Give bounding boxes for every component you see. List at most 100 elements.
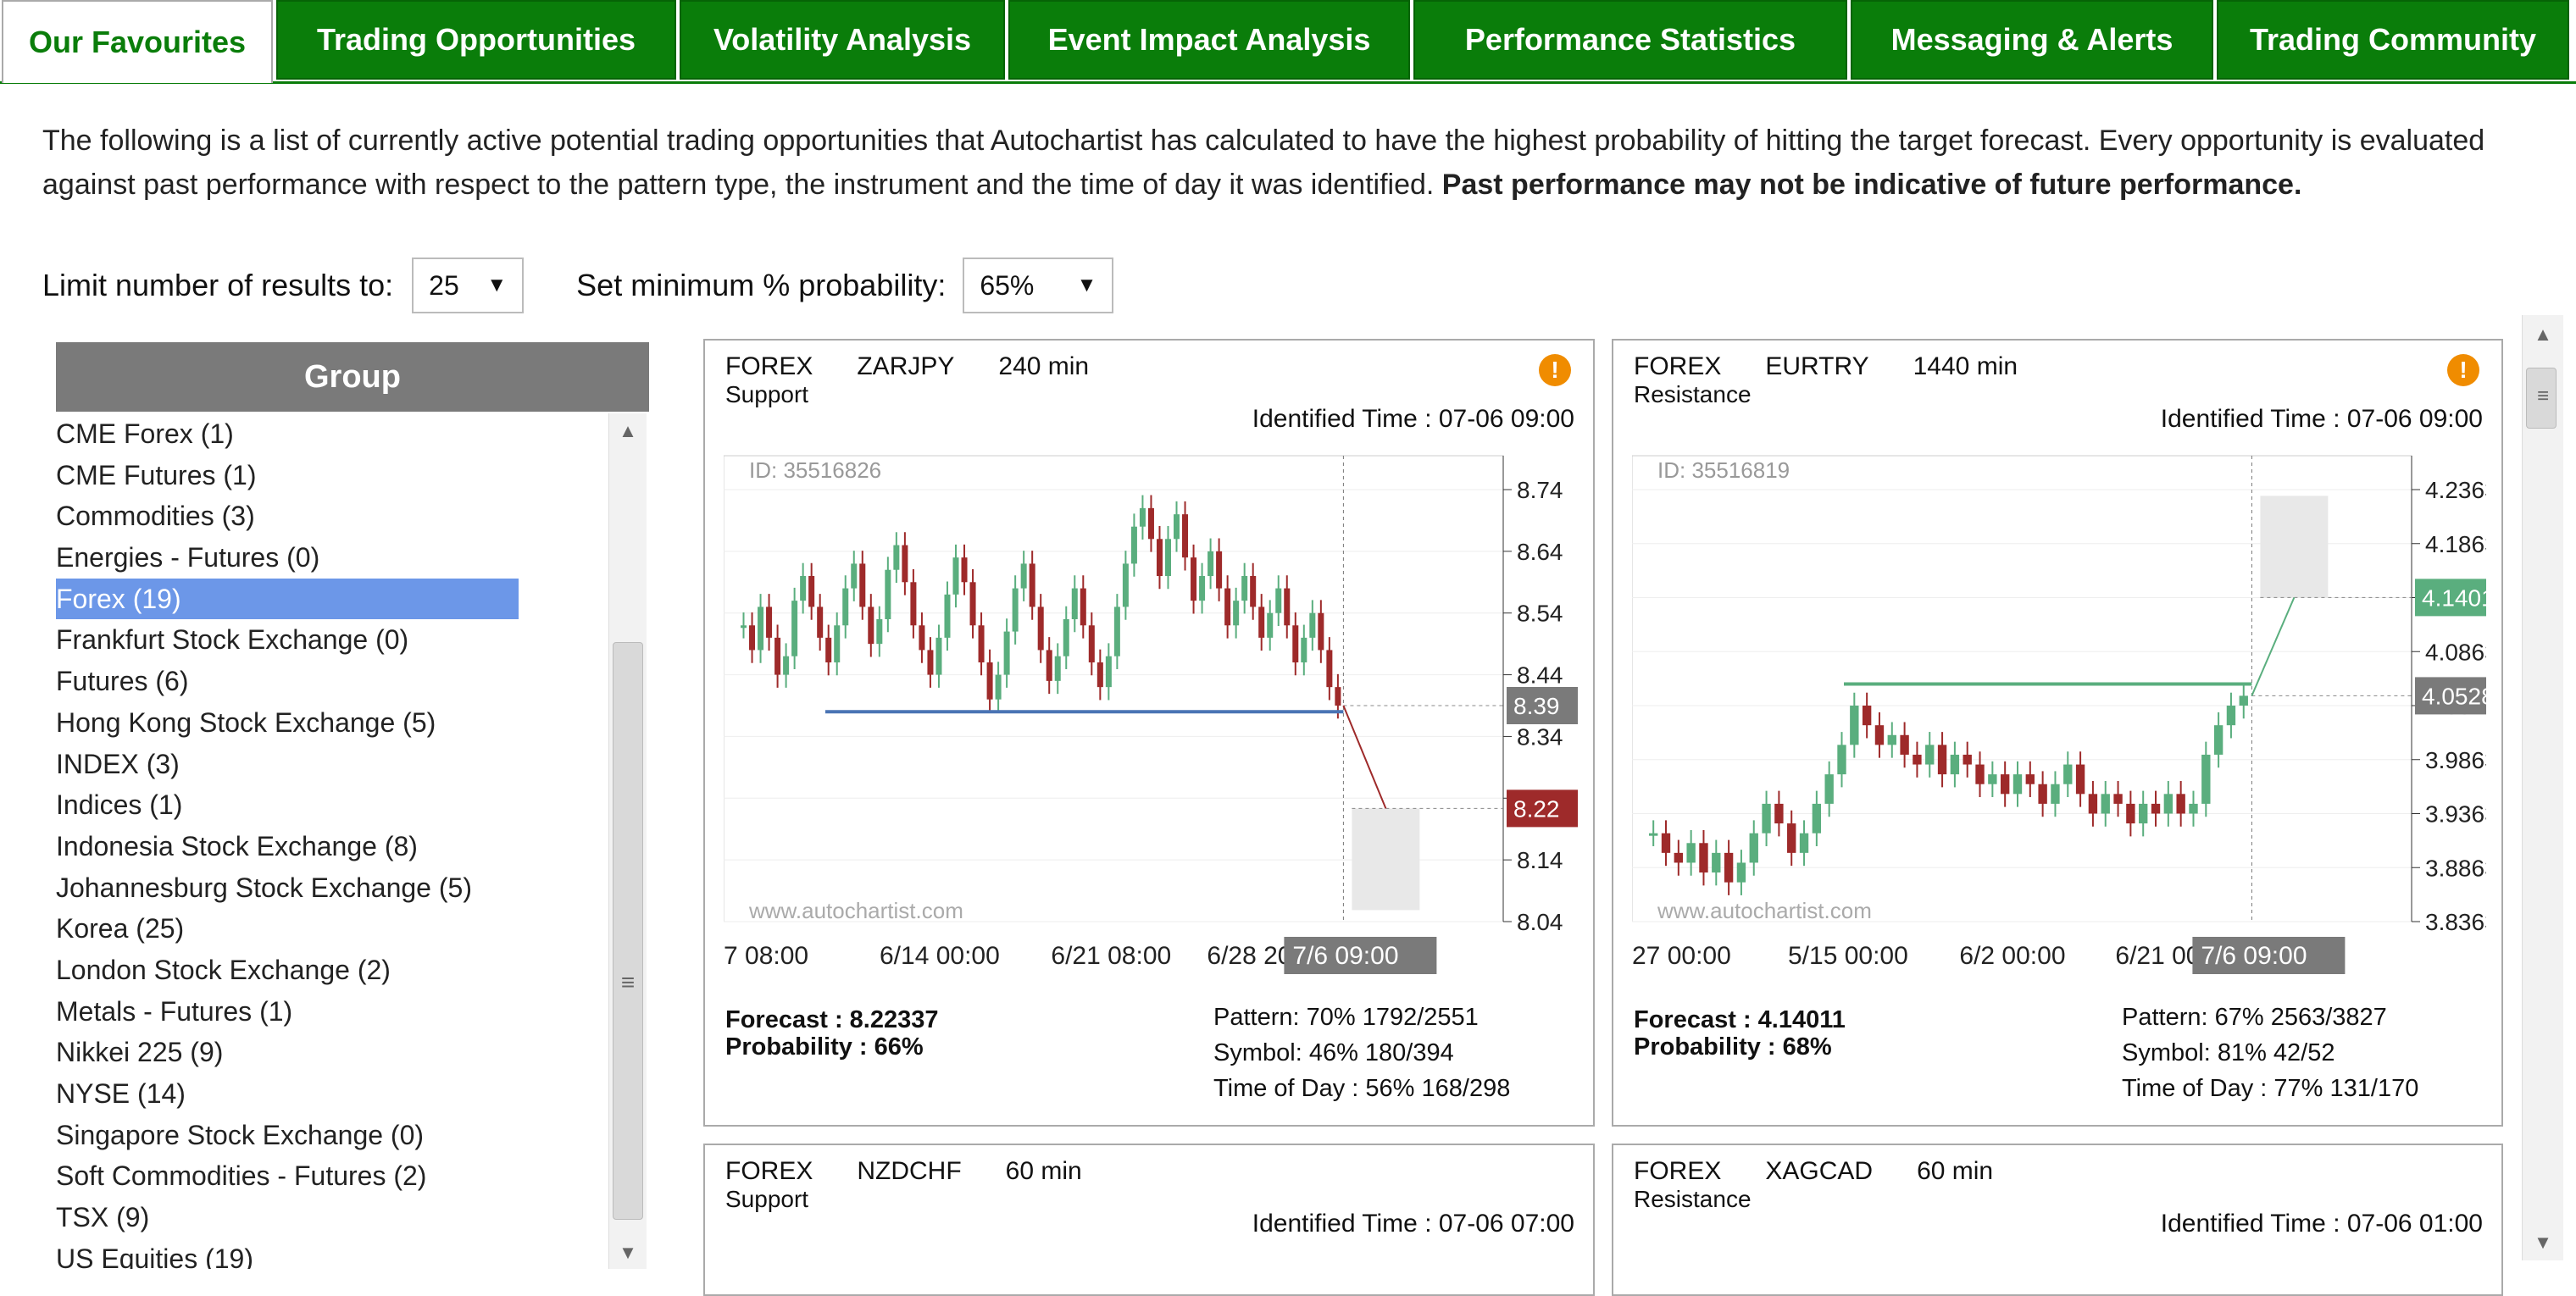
grip-icon: ≡ [620,969,636,995]
group-item[interactable]: Korea (25) [56,908,598,950]
stat-symbol: Symbol: 46% 180/394 [1213,1039,1454,1066]
pattern-type: Support [725,1186,809,1212]
candle [1900,734,1909,755]
group-item[interactable]: Metals - Futures (1) [56,991,598,1033]
group-item[interactable]: US Equities (19) [56,1238,598,1269]
candle [1887,734,1896,745]
tab-messaging-alerts[interactable]: Messaging & Alerts [1851,0,2213,80]
candle [1988,774,1997,784]
candle [2025,774,2035,784]
candle [935,637,942,675]
candle [1292,625,1299,662]
group-item[interactable]: Futures (6) [56,661,598,702]
group-item[interactable]: CME Forex (1) [56,413,598,455]
y-tick-label: 8.44 [1517,662,1563,689]
group-item[interactable]: Nikkei 225 (9) [56,1032,598,1073]
candle [1674,852,1684,863]
opportunity-id: ID: 35516819 [1657,457,1790,483]
x-tick-label: 27 00:00 [1632,942,1731,970]
candle [1113,606,1120,656]
market-label: FOREX [1634,352,1722,380]
candle [1199,576,1206,601]
scroll-down-icon[interactable]: ▼ [2523,1232,2563,1254]
candle [969,582,976,626]
candle [774,637,781,675]
candle [876,619,883,645]
interval-label: 60 min [1917,1157,1994,1185]
stats-block: Pattern: 70% 1792/2551 Symbol: 46% 180/39… [1213,1000,1510,1106]
group-panel: Group CME Forex (1) CME Futures (1) Commod… [56,342,649,1269]
results-scrollbar[interactable]: ▲ ≡ ▼ [2522,315,2563,1260]
opportunity-card[interactable]: FOREX EURTRY 1440 min Resistance Identified … [1612,339,2503,1127]
opportunity-card[interactable]: FOREX NZDCHF 60 min Support Identified Time … [703,1144,1595,1296]
card-header: FOREX ZARJPY 240 min [725,352,1133,381]
candle [800,576,807,601]
probability-value: Probability : 66% [725,1033,924,1061]
scroll-up-icon[interactable]: ▲ [609,420,647,442]
group-item[interactable]: Indices (1) [56,784,598,826]
price-chart[interactable]: ID: 355168268.748.648.548.448.348.248.14… [724,439,1578,989]
candle [1284,588,1291,626]
group-item[interactable]: CME Futures (1) [56,455,598,496]
exclamation-circle-icon[interactable]: ! [1539,354,1571,386]
candle [1130,526,1137,564]
scroll-down-icon[interactable]: ▼ [609,1242,647,1264]
pattern-type: Support [725,381,809,407]
candle [1874,725,1885,745]
current-price-label: 8.39 [1513,693,1560,719]
candle [1326,650,1333,688]
exclamation-circle-icon[interactable]: ! [2447,354,2479,386]
tab-our-favourites[interactable]: Our Favourites [2,0,273,83]
stat-time-of-day: Time of Day : 56% 168/298 [1213,1075,1511,1102]
opportunity-card[interactable]: FOREX ZARJPY 240 min Support Identified Time… [703,339,1595,1127]
group-item[interactable]: Frankfurt Stock Exchange (0) [56,619,598,661]
candle [893,545,900,570]
candle [1925,745,1935,765]
group-item[interactable]: Forex (19) [56,578,519,620]
candle [1208,551,1214,576]
interval-label: 1440 min [1913,352,2018,380]
candle [2201,754,2211,804]
group-item[interactable]: Indonesia Stock Exchange (8) [56,826,598,867]
scroll-thumb[interactable] [613,642,643,1220]
group-item[interactable]: Johannesburg Stock Exchange (5) [56,867,598,909]
group-item[interactable]: London Stock Exchange (2) [56,950,598,991]
forecast-value: Forecast : 4.14011 [1634,1006,1846,1033]
group-item[interactable]: INDEX (3) [56,744,598,785]
group-item[interactable]: Hong Kong Stock Exchange (5) [56,702,598,744]
limit-select[interactable]: 25 ▼ [412,258,525,313]
tab-volatility-analysis[interactable]: Volatility Analysis [680,0,1005,80]
candle [919,625,925,651]
candle [1913,754,1922,765]
y-tick-label: 4.1863 [2425,531,2486,557]
candle [1216,551,1223,589]
group-item[interactable]: Energies - Futures (0) [56,537,598,579]
group-item[interactable]: TSX (9) [56,1197,598,1238]
candle [859,563,866,607]
candle [1233,601,1240,626]
tab-event-impact-analysis[interactable]: Event Impact Analysis [1008,0,1410,80]
candle [1054,656,1061,681]
candle [1182,514,1189,558]
y-tick-label: 8.74 [1517,477,1563,503]
identified-time: Identified Time : 07-06 09:00 [1252,405,1574,433]
tab-performance-statistics[interactable]: Performance Statistics [1413,0,1847,80]
candle [927,650,934,675]
group-item[interactable]: Singapore Stock Exchange (0) [56,1115,598,1156]
group-item[interactable]: Commodities (3) [56,496,598,537]
candle [2189,803,2198,814]
group-item[interactable]: Soft Commodities - Futures (2) [56,1155,598,1197]
group-item[interactable]: NYSE (14) [56,1073,598,1115]
candle [851,563,858,589]
candle [1267,612,1274,638]
opportunity-card[interactable]: FOREX XAGCAD 60 min Resistance Identified Ti… [1612,1144,2503,1296]
candle [1020,563,1027,589]
group-scrollbar[interactable]: ▲ ≡ ▼ [608,413,647,1269]
scroll-up-icon[interactable]: ▲ [2523,324,2563,346]
probability-select[interactable]: 65% ▼ [963,258,1114,313]
identified-time: Identified Time : 07-06 07:00 [1252,1210,1574,1238]
tab-trading-community[interactable]: Trading Community [2217,0,2569,80]
tab-trading-opportunities[interactable]: Trading Opportunities [276,0,676,80]
price-chart[interactable]: ID: 35516819 4.2363 4.1863 4.1401 4.0863 4.05… [1632,439,2486,989]
candle [1975,764,1985,784]
